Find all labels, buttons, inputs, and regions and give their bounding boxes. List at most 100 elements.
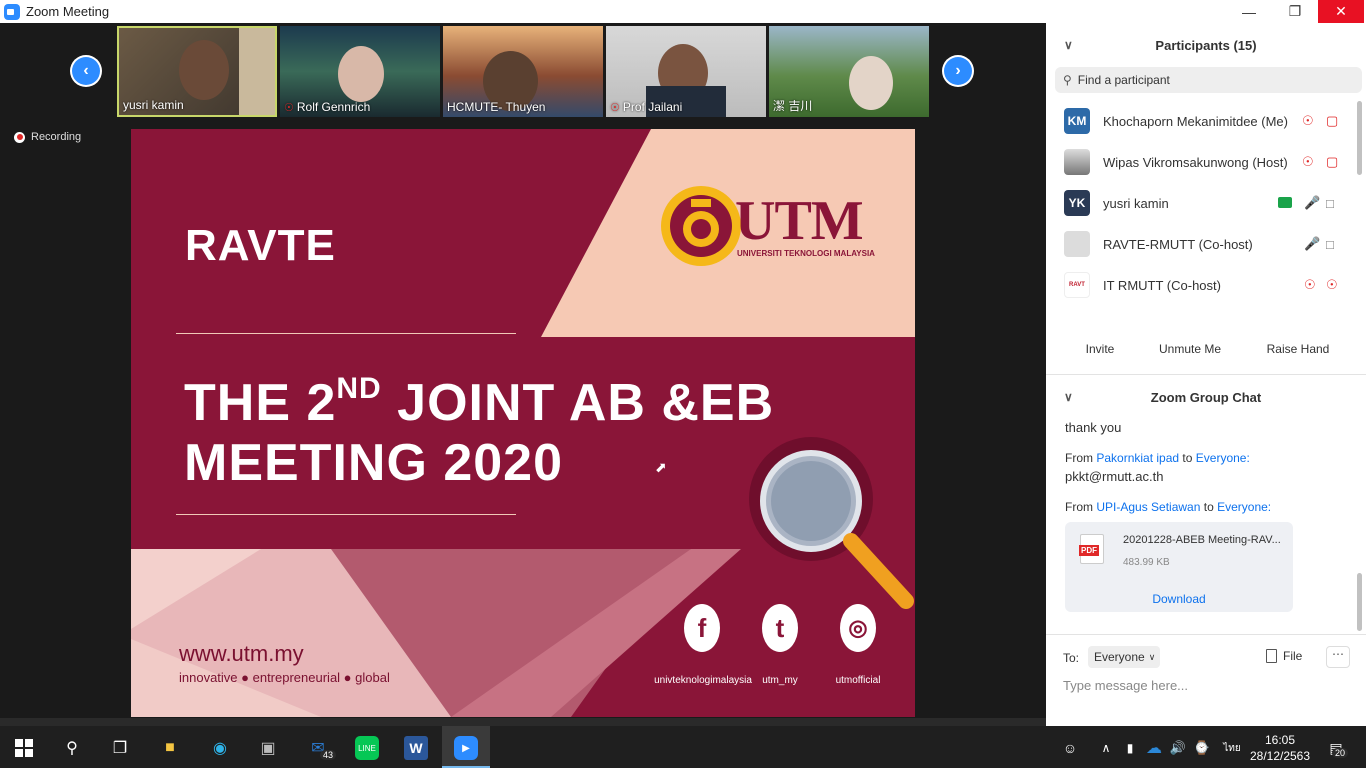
side-panel: ∨ Participants (15) ⚲ Find a participant… [1046, 23, 1366, 718]
utm-logo: UTM [735, 190, 864, 252]
chat-sender-line: From Pakornkiat ipad to Everyone: [1065, 451, 1250, 465]
avatar [1064, 231, 1090, 257]
stage-bottom-bar [0, 718, 1046, 726]
language-indicator[interactable]: ไทย [1218, 736, 1246, 760]
zoom-app-icon [4, 3, 20, 20]
participant-name: HCMUTE- Thuyen [447, 100, 546, 114]
record-icon: ☉ [1304, 277, 1316, 292]
chevron-right-icon: › [944, 57, 972, 85]
chat-recipient-link[interactable]: Everyone: [1217, 500, 1271, 514]
mic-icon: 🎤 [1304, 195, 1321, 210]
avatar [1064, 149, 1090, 175]
video-off-icon: ▢ [1326, 154, 1339, 169]
close-button[interactable]: ✕ [1318, 0, 1364, 23]
prev-page-button[interactable]: ‹ [70, 55, 102, 87]
slide-divider [176, 333, 516, 334]
zoom-taskbar-button[interactable]: ▶ [442, 726, 490, 768]
participants-header: ∨ Participants (15) [1046, 34, 1366, 56]
participant-row[interactable]: YK yusri kamin 🎤 □ [1046, 183, 1356, 223]
social-label: utmofficial [835, 675, 881, 686]
volume-icon[interactable]: 🔊 [1166, 736, 1190, 760]
recording-indicator: Recording [14, 131, 81, 143]
participant-name: Prof Jailani [622, 100, 683, 114]
chevron-up-icon[interactable]: ∧ [1094, 736, 1118, 760]
chat-sender-link[interactable]: Pakornkiat ipad [1096, 451, 1179, 465]
mic-muted-icon: ☉ [1326, 277, 1338, 292]
unmute-me-button[interactable]: Unmute Me [1152, 337, 1228, 361]
participant-name: Rolf Gennrich [296, 100, 371, 114]
battery-icon[interactable]: ▮ [1118, 736, 1142, 760]
file-button[interactable]: File [1266, 649, 1302, 663]
facebook-icon: f [684, 604, 720, 652]
mic-muted-icon: ☉ [1302, 113, 1314, 128]
participant-search[interactable]: ⚲ Find a participant [1055, 67, 1362, 93]
chat-sender-link[interactable]: UPI-Agus Setiawan [1096, 500, 1200, 514]
chat-sender-line: From UPI-Agus Setiawan to Everyone: [1065, 500, 1272, 514]
search-input[interactable]: Find a participant [1078, 73, 1170, 87]
word-icon[interactable]: W [404, 736, 428, 760]
participants-scrollbar[interactable] [1357, 101, 1362, 175]
line-icon[interactable]: LINE [355, 736, 379, 760]
chat-file-card[interactable]: PDF 20201228-ABEB Meeting-RAV... 483.99 … [1065, 522, 1293, 612]
edge-icon[interactable]: ◉ [208, 736, 232, 760]
participant-row[interactable]: Wipas Vikromsakunwong (Host) ☉ ▢ [1046, 142, 1356, 182]
participant-name: yusri kamin [123, 98, 184, 112]
chat-message: pkkt@rmutt.ac.th [1065, 469, 1164, 484]
mic-muted-icon: ☉ [284, 101, 294, 114]
more-options-button[interactable]: ⋯ [1326, 646, 1350, 668]
task-view-icon[interactable]: ❐ [108, 736, 132, 760]
slide-url: www.utm.my [179, 641, 304, 666]
video-icon: □ [1326, 195, 1334, 211]
collapse-chevron-icon[interactable]: ∨ [1064, 38, 1073, 52]
download-link[interactable]: Download [1065, 592, 1293, 606]
utm-logo-subtitle: UNIVERSITI TEKNOLOGI MALAYSIA [737, 249, 875, 258]
minimize-button[interactable]: — [1226, 0, 1272, 23]
zoom-icon: ▶ [454, 736, 478, 760]
instagram-icon: ◎ [840, 604, 876, 652]
mouse-cursor: ⬈ [655, 459, 667, 475]
title-bar: Zoom Meeting — ❐ ✕ [0, 0, 1366, 23]
shared-screen-slide: RAVTE THE 2ND JOINT AB &EB MEETING 2020 … [131, 129, 915, 717]
video-tile[interactable]: HCMUTE- Thuyen [443, 26, 603, 117]
start-button[interactable] [12, 736, 36, 760]
file-explorer-icon[interactable]: ■ [158, 736, 182, 760]
onedrive-icon[interactable]: ☁ [1142, 736, 1166, 760]
slide-tagline: innovative ● entrepreneurial ● global [179, 670, 390, 685]
video-icon: □ [1326, 236, 1334, 252]
recording-label: Recording [31, 131, 82, 143]
wifi-icon[interactable]: ⌚ [1190, 736, 1214, 760]
participant-row[interactable]: RAVT IT RMUTT (Co-host) ☉ ☉ [1046, 265, 1356, 305]
social-label: utm_my [762, 675, 798, 686]
gallery-strip: ‹ yusri kamin ☉ Rolf Gennrich HCMUTE- Thu… [0, 23, 1046, 129]
participant-row[interactable]: RAVTE-RMUTT (Co-host) 🎤 □ [1046, 224, 1356, 264]
chat-recipient-link[interactable]: Everyone: [1196, 451, 1250, 465]
video-tile[interactable]: 潔 吉川 [769, 26, 929, 117]
video-tile[interactable]: ☉ Rolf Gennrich [280, 26, 440, 117]
chevron-down-icon: ∨ [1148, 651, 1156, 662]
video-tile[interactable]: ☉ Prof Jailani [606, 26, 766, 117]
participant-name: RAVTE-RMUTT (Co-host) [1103, 236, 1253, 252]
collapse-chevron-icon[interactable]: ∨ [1064, 390, 1073, 404]
search-icon[interactable]: ⚲ [60, 736, 84, 760]
twitter-icon: t [762, 604, 798, 652]
invite-button[interactable]: Invite [1074, 337, 1126, 361]
to-label: To: [1063, 651, 1080, 665]
restore-button[interactable]: ❐ [1272, 0, 1318, 23]
recipient-select[interactable]: Everyone ∨ [1088, 646, 1160, 668]
chat-input[interactable]: Type message here... [1063, 678, 1188, 693]
chat-scrollbar[interactable] [1357, 573, 1362, 631]
participant-row[interactable]: KM Khochaporn Mekanimitdee (Me) ☉ ▢ [1046, 101, 1356, 141]
mic-muted-icon: ☉ [1302, 154, 1314, 169]
next-page-button[interactable]: › [942, 55, 974, 87]
system-clock[interactable]: 16:05 28/12/2563 [1248, 732, 1312, 764]
file-name: 20201228-ABEB Meeting-RAV... [1123, 534, 1281, 546]
slide-headline: THE 2ND JOINT AB &EB MEETING 2020 [184, 372, 775, 492]
raise-hand-button[interactable]: Raise Hand [1260, 337, 1336, 361]
people-icon[interactable]: ☺ [1058, 736, 1082, 760]
avatar: KM [1064, 108, 1090, 134]
participant-name: Wipas Vikromsakunwong (Host) [1103, 154, 1288, 170]
file-icon [1266, 649, 1277, 663]
participant-name: IT RMUTT (Co-host) [1103, 277, 1221, 293]
store-icon[interactable]: ▣ [256, 736, 280, 760]
video-tile[interactable]: yusri kamin [117, 26, 277, 117]
